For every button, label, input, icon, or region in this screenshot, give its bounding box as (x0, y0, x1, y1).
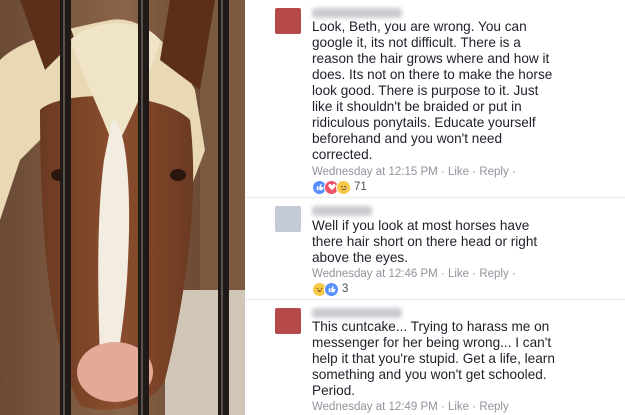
comment-meta: Wednesday at 12:46 PM · Like · Reply · (312, 268, 516, 280)
reactions[interactable]: 71 (312, 179, 367, 195)
reactions[interactable]: 3 (312, 281, 348, 297)
comment-meta: Wednesday at 12:49 PM · Like · Reply (312, 401, 509, 413)
comment-text: This cuntcake... Trying to harass me on … (312, 319, 555, 398)
like-icon (324, 281, 339, 297)
comment-text: Look, Beth, you are wrong. You can googl… (312, 19, 553, 162)
sad-icon (336, 179, 351, 195)
author-name-blurred[interactable] (312, 206, 372, 216)
avatar[interactable] (275, 308, 301, 334)
author-name-blurred[interactable] (312, 308, 402, 318)
timestamp[interactable]: Wednesday at 12:15 PM (312, 166, 438, 178)
like-link[interactable]: Like (448, 268, 469, 280)
author-name-blurred[interactable] (312, 8, 402, 18)
timestamp[interactable]: Wednesday at 12:49 PM (312, 401, 438, 413)
comment-text: Well if you look at most horses have the… (312, 218, 538, 265)
reply-link[interactable]: Reply (479, 268, 508, 280)
horse-photo (0, 0, 245, 415)
avatar[interactable] (275, 206, 301, 232)
comment-meta: Wednesday at 12:15 PM · Like · Reply · (312, 166, 516, 178)
like-link[interactable]: Like (448, 166, 469, 178)
like-link[interactable]: Like (448, 401, 469, 413)
divider (245, 299, 625, 300)
timestamp[interactable]: Wednesday at 12:46 PM (312, 268, 438, 280)
comments-panel: Look, Beth, you are wrong. You can googl… (245, 0, 625, 415)
reply-link[interactable]: Reply (479, 166, 508, 178)
reaction-count: 3 (342, 283, 349, 295)
reaction-count: 71 (354, 181, 367, 193)
reply-link[interactable]: Reply (479, 401, 508, 413)
divider (245, 197, 625, 198)
avatar[interactable] (275, 8, 301, 34)
